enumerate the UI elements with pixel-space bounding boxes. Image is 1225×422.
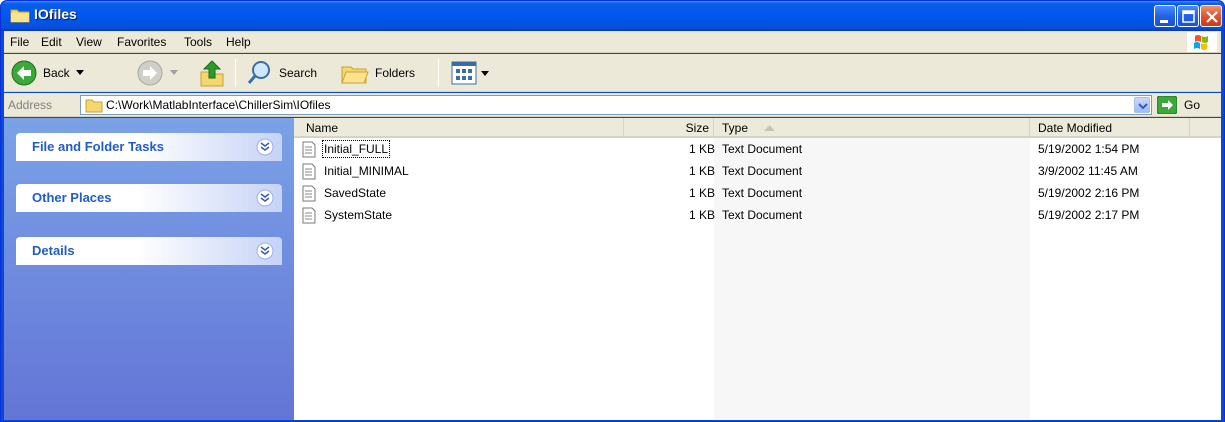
search-label: Search: [279, 66, 318, 80]
file-list[interactable]: Name Size Type Date Modified Initial_FUL…: [294, 118, 1221, 420]
toolbar: Back Search Folders: [4, 54, 1221, 92]
window-title: IOfiles: [34, 6, 77, 22]
file-name: SystemState: [324, 208, 393, 222]
address-dropdown-button[interactable]: [1134, 97, 1150, 113]
menu-edit[interactable]: Edit: [41, 35, 62, 49]
minimize-button[interactable]: [1154, 5, 1176, 27]
text-file-icon: [302, 163, 316, 180]
search-icon: [247, 61, 270, 84]
address-input[interactable]: C:\Work\MatlabInterface\ChillerSim\IOfil…: [80, 95, 1152, 115]
folders-button[interactable]: Folders: [338, 57, 430, 89]
chevron-down-icon: [170, 70, 178, 75]
column-header-label: Date Modified: [1038, 121, 1113, 135]
file-type: Text Document: [722, 208, 803, 222]
go-arrow-icon[interactable]: [1157, 96, 1177, 114]
column-header-type[interactable]: Type: [714, 118, 1030, 138]
menu-file[interactable]: File: [10, 35, 29, 49]
sort-ascending-icon: [764, 125, 775, 131]
maximize-button[interactable]: [1177, 5, 1199, 27]
file-name: Initial_FULL: [321, 140, 391, 158]
content-area: File and Folder Tasks Other Places Detai…: [4, 118, 1221, 420]
file-modified: 5/19/2002 1:54 PM: [1038, 142, 1140, 156]
address-bar: Address C:\Work\MatlabInterface\ChillerS…: [4, 93, 1221, 117]
column-header-size[interactable]: Size: [624, 118, 714, 138]
chevron-down-icon: [1138, 103, 1148, 110]
maximize-icon: [1182, 10, 1195, 23]
back-label: Back: [43, 66, 70, 80]
file-modified: 5/19/2002 2:17 PM: [1038, 208, 1140, 222]
go-label[interactable]: Go: [1184, 98, 1200, 112]
file-size: 1 KB: [688, 142, 715, 156]
folder-icon: [10, 9, 30, 23]
file-type: Text Document: [722, 164, 803, 178]
taskpane-details[interactable]: Details: [16, 237, 282, 265]
column-header-filler: [1190, 118, 1221, 138]
forward-arrow-icon: [137, 60, 163, 86]
taskpane-section-title: File and Folder Tasks: [32, 139, 164, 154]
column-header-date-modified[interactable]: Date Modified: [1030, 118, 1190, 138]
file-size: 1 KB: [688, 186, 715, 200]
chevron-expand-icon[interactable]: [256, 189, 274, 207]
toolbar-separator: [438, 59, 439, 87]
forward-button[interactable]: [134, 57, 184, 89]
folders-label: Folders: [375, 66, 416, 80]
views-icon: [451, 61, 477, 85]
table-row[interactable]: SavedState 1 KB Text Document 5/19/2002 …: [294, 183, 1221, 205]
taskpane-section-title: Details: [32, 243, 75, 258]
chevron-down-icon[interactable]: [76, 70, 84, 76]
menu-view[interactable]: View: [76, 35, 102, 49]
file-name: Initial_MINIMAL: [324, 164, 409, 178]
title-bar[interactable]: IOfiles: [1, 1, 1224, 31]
column-header-label: Name: [306, 121, 339, 135]
search-button[interactable]: Search: [244, 57, 330, 89]
chevron-down-icon: [481, 71, 489, 76]
text-file-icon: [302, 141, 316, 158]
address-value: C:\Work\MatlabInterface\ChillerSim\IOfil…: [106, 98, 331, 112]
close-icon: [1206, 11, 1218, 23]
toolbar-separator: [235, 59, 236, 87]
text-file-icon: [302, 207, 316, 224]
back-arrow-icon: [11, 60, 37, 86]
views-button[interactable]: [447, 57, 497, 89]
file-modified: 5/19/2002 2:16 PM: [1038, 186, 1140, 200]
file-name: SavedState: [324, 186, 387, 200]
text-file-icon: [302, 185, 316, 202]
close-button[interactable]: [1200, 5, 1222, 27]
column-header-label: Size: [685, 121, 709, 135]
column-header-label: Type: [722, 121, 749, 135]
table-row[interactable]: Initial_MINIMAL 1 KB Text Document 3/9/2…: [294, 161, 1221, 183]
menu-favorites[interactable]: Favorites: [117, 35, 166, 49]
menu-tools[interactable]: Tools: [184, 35, 212, 49]
windows-logo-icon: [1187, 32, 1217, 52]
menu-help[interactable]: Help: [226, 35, 251, 49]
file-size: 1 KB: [688, 164, 715, 178]
chevron-expand-icon[interactable]: [256, 138, 274, 156]
taskpane-section-title: Other Places: [32, 190, 112, 205]
menu-bar: File Edit View Favorites Tools Help: [4, 31, 1221, 53]
file-size: 1 KB: [688, 208, 715, 222]
back-button[interactable]: Back: [8, 57, 125, 89]
taskpane-other-places[interactable]: Other Places: [16, 184, 282, 212]
file-type: Text Document: [722, 186, 803, 200]
folders-icon: [341, 66, 369, 84]
taskpane-file-folder-tasks[interactable]: File and Folder Tasks: [16, 133, 282, 161]
address-label: Address: [8, 98, 53, 112]
chevron-expand-icon[interactable]: [256, 242, 274, 260]
task-pane: File and Folder Tasks Other Places Detai…: [4, 118, 294, 420]
file-type: Text Document: [722, 142, 803, 156]
file-modified: 3/9/2002 11:45 AM: [1038, 164, 1138, 178]
column-header-name[interactable]: Name: [294, 118, 624, 138]
minimize-icon: [1160, 20, 1168, 23]
explorer-window: IOfiles File Edit View Favorites Tools H…: [0, 0, 1225, 422]
up-folder-icon[interactable]: [198, 58, 226, 88]
table-row[interactable]: SystemState 1 KB Text Document 5/19/2002…: [294, 205, 1221, 227]
folder-icon: [85, 99, 103, 113]
table-row[interactable]: Initial_FULL 1 KB Text Document 5/19/200…: [294, 139, 1221, 161]
